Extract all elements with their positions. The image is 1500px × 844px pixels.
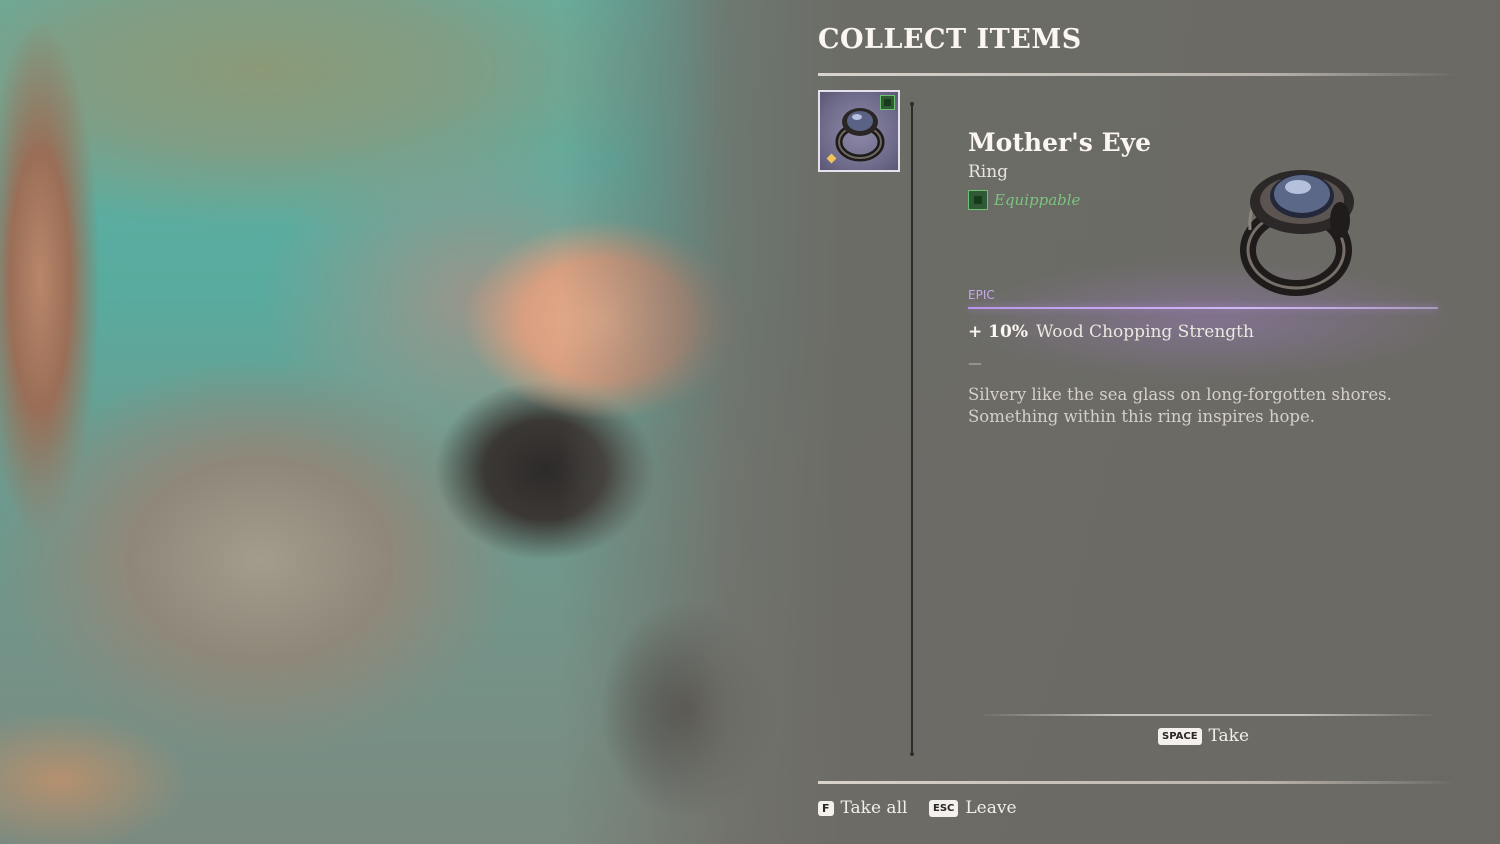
space-key-icon: SPACE [1158,727,1202,745]
equippable-label: Equippable [994,191,1081,209]
item-description: Silvery like the sea glass on long-forgo… [968,385,1392,426]
take-all-button[interactable]: F Take all [818,798,907,818]
title-divider [818,73,1458,76]
item-stat: + 10% Wood Chopping Strength [968,322,1254,342]
esc-key-icon: ESC [929,799,959,817]
equippable-icon [880,95,895,110]
f-key-icon: F [818,800,834,816]
item-type: Ring [968,162,1009,182]
stat-value: + 10% [968,322,1028,342]
item-name: Mother's Eye [968,128,1152,157]
stat-separator: — [968,356,982,372]
item-slot-mothers-eye[interactable] [818,90,900,172]
leave-button[interactable]: ESC Leave [929,798,1017,818]
rarity-divider [968,307,1438,309]
ring-illustration [1240,170,1354,296]
stat-label: Wood Chopping Strength [1035,322,1254,342]
take-all-label: Take all [840,798,908,818]
leave-label: Leave [965,798,1017,818]
vertical-divider [910,102,914,756]
panel-title: COLLECT ITEMS [818,24,1082,55]
rarity-glow [960,250,1460,390]
equippable-tag: Equippable [968,189,1080,211]
equippable-icon [968,190,988,210]
rarity-label: EPIC [968,288,995,302]
take-label: Take [1208,726,1250,746]
take-divider [978,714,1438,716]
take-button[interactable]: SPACE Take [1158,726,1249,746]
footer-divider [818,781,1458,784]
